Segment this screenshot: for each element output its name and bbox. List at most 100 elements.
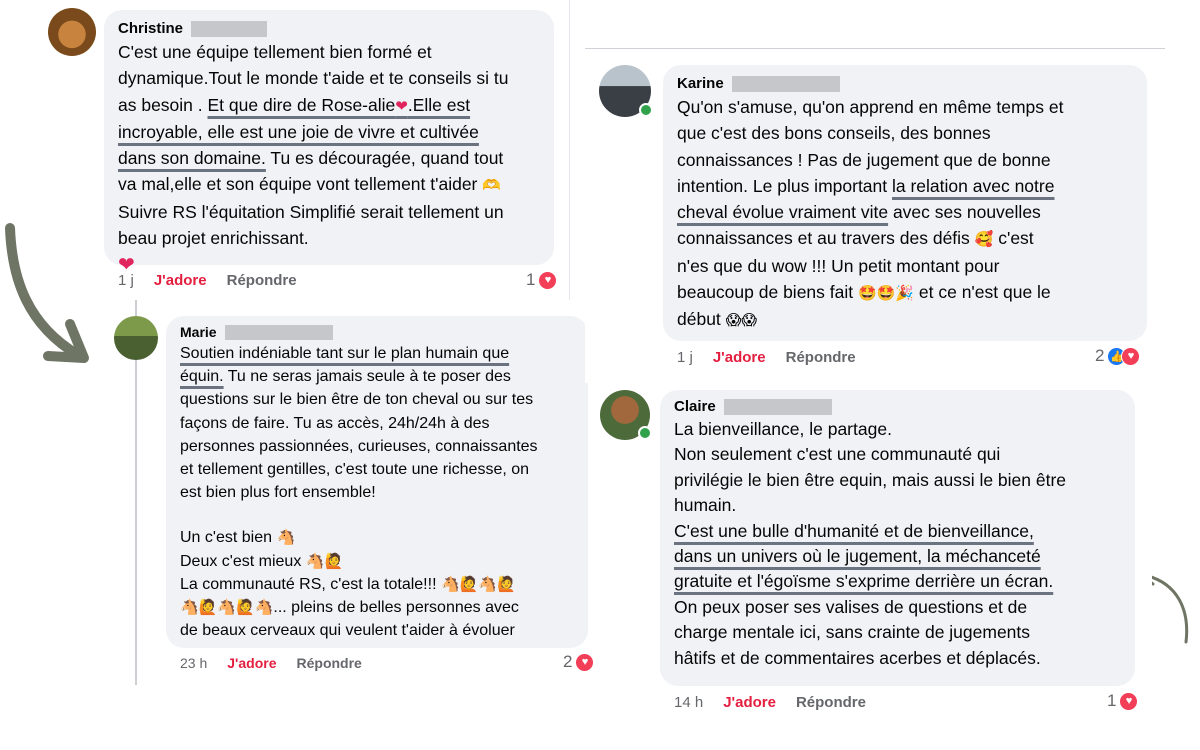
comment-line: questions sur le bien être de ton cheval…: [180, 391, 534, 409]
comment-line: as besoin . Et que dire de Rose-alie❤.El…: [118, 94, 471, 115]
comment-bubble: Christine C'est une équipe tellement bie…: [104, 10, 554, 276]
comment-line: incroyable, elle est une joie de vivre e…: [118, 121, 479, 142]
comment-bubble: Marie Soutien indéniable tant sur le pla…: [166, 316, 588, 648]
comment-line: La communauté RS, c'est la totale!!! 🐴🙋🐴…: [180, 574, 516, 593]
reaction-count[interactable]: 2 👍 ♥: [1095, 346, 1141, 366]
comment-karine: Karine Qu'on s'amuse, qu'on apprend en m…: [585, 48, 1165, 383]
comment-line: Soutien indéniable tant sur le plan huma…: [180, 345, 510, 362]
reaction-count[interactable]: 1 ♥: [1107, 691, 1139, 711]
comment-line: beau projet enrichissant.: [118, 228, 309, 249]
comment-timestamp[interactable]: 23 h: [180, 655, 207, 671]
reply-button[interactable]: Répondre: [796, 694, 866, 711]
redacted-name: [191, 20, 268, 37]
comment-christine: Christine C'est une équipe tellement bie…: [40, 0, 570, 305]
comment-line: façons de faire. Tu as accès, 24h/24h à …: [180, 414, 490, 432]
comment-text: Qu'on s'amuse, qu'on apprend en même tem…: [677, 94, 1133, 334]
comment-line: intention. Le plus important la relation…: [677, 175, 1055, 196]
avatar[interactable]: [48, 8, 96, 56]
comment-author[interactable]: Christine: [118, 20, 540, 37]
like-button[interactable]: J'adore: [713, 349, 766, 366]
reaction-number: 1: [1107, 691, 1117, 710]
avatar[interactable]: [600, 390, 652, 440]
comment-author[interactable]: Marie: [180, 324, 574, 340]
horse-emoji-icon: 🐴🙋🐴🙋🐴: [180, 598, 274, 617]
comment-actions: 1 j J'adore Répondre: [118, 272, 297, 289]
comment-bubble: Claire La bienveillance, le partage. Non…: [660, 390, 1135, 686]
like-button[interactable]: J'adore: [227, 655, 276, 671]
redacted-name: [731, 75, 840, 92]
reaction-number: 1: [526, 270, 536, 289]
heart-hands-emoji-icon: 🫶: [482, 176, 501, 195]
comment-timestamp[interactable]: 1 j: [677, 349, 693, 366]
reply-button[interactable]: Répondre: [297, 655, 362, 671]
online-status-icon: [638, 426, 652, 440]
comment-actions: 1 j J'adore Répondre: [677, 349, 856, 366]
comment-line: privilégie le bien être equin, mais auss…: [674, 469, 1067, 490]
redacted-name: [224, 324, 333, 340]
redacted-name: [723, 398, 832, 415]
reaction-count[interactable]: 2 ♥: [563, 652, 595, 672]
comment-line: est bien plus fort ensemble!: [180, 484, 376, 502]
comment-line: dans un univers où le jugement, la mécha…: [674, 546, 1041, 567]
comment-line: gratuite et l'égoïsme s'exprime derrière…: [674, 571, 1054, 592]
comment-actions: 14 h J'adore Répondre: [674, 694, 866, 711]
comment-line: beaucoup de biens fait 🤩🤩🎉 et ce n'est q…: [677, 282, 1051, 303]
like-button[interactable]: J'adore: [154, 272, 207, 289]
comment-line: et tellement gentilles, c'est toute une …: [180, 461, 530, 479]
comment-marie: Marie Soutien indéniable tant sur le pla…: [100, 300, 600, 685]
comment-line: Deux c'est mieux 🐴🙋: [180, 551, 344, 570]
comment-line: de beaux cerveaux qui veulent t'aider à …: [180, 622, 515, 640]
comment-text: C'est une équipe tellement bien formé et…: [118, 39, 540, 279]
online-status-icon: [639, 103, 653, 117]
comment-line: hâtifs et de commentaires acerbes et dép…: [674, 647, 1041, 668]
comment-author[interactable]: Karine: [677, 75, 1133, 92]
reaction-count[interactable]: 1 ♥: [526, 270, 558, 290]
avatar[interactable]: [114, 316, 158, 360]
author-name[interactable]: Marie: [180, 324, 217, 340]
like-button[interactable]: J'adore: [723, 694, 776, 711]
smiling-hearts-emoji-icon: 🥰: [974, 230, 994, 249]
comment-author[interactable]: Claire: [674, 398, 1121, 415]
horse-emoji-icon: 🐴🙋🐴🙋: [440, 574, 516, 593]
reply-button[interactable]: Répondre: [227, 272, 297, 289]
heart-icon: ♥: [1119, 691, 1139, 711]
comment-text: La bienveillance, le partage. Non seulem…: [674, 417, 1121, 671]
author-name[interactable]: Christine: [118, 20, 183, 37]
comment-timestamp[interactable]: 1 j: [118, 272, 134, 289]
comment-bubble: Karine Qu'on s'amuse, qu'on apprend en m…: [663, 65, 1147, 341]
comment-line: charge mentale ici, sans crainte de juge…: [674, 622, 1031, 643]
comment-line: On peux poser ses valises de questions e…: [674, 596, 1028, 617]
author-name[interactable]: Claire: [674, 398, 716, 415]
comment-line: connaissances ! Pas de jugement que de b…: [677, 149, 1051, 170]
star-eyes-emoji-icon: 🤩🤩🎉: [858, 284, 915, 303]
comment-line: n'es que du wow !!! Un petit montant pou…: [677, 255, 1000, 276]
comment-line: Suivre RS l'équitation Simplifié serait …: [118, 201, 504, 222]
comment-line: C'est une bulle d'humanité et de bienvei…: [674, 520, 1034, 541]
screaming-face-emoji-icon: 😱😱: [725, 311, 757, 330]
comment-line: connaissances et au travers des défis 🥰 …: [677, 228, 1034, 249]
comment-line: cheval évolue vraiment vite avec ses nou…: [677, 202, 1041, 223]
comment-timestamp[interactable]: 14 h: [674, 694, 703, 711]
horse-emoji-icon: 🐴: [276, 528, 296, 547]
comment-line: que c'est des bons conseils, des bonnes: [677, 123, 991, 144]
comment-text: Soutien indéniable tant sur le plan huma…: [180, 342, 574, 642]
heart-icon: ♥: [1121, 346, 1141, 366]
comment-line: La bienveillance, le partage.: [674, 419, 892, 439]
comment-line: humain.: [674, 495, 737, 516]
heart-icon: ♥: [538, 270, 558, 290]
comment-line: C'est une équipe tellement bien formé et: [118, 42, 432, 62]
heart-icon: ♥: [575, 652, 595, 672]
author-name[interactable]: Karine: [677, 75, 724, 92]
reply-button[interactable]: Répondre: [786, 349, 856, 366]
reaction-number: 2: [1095, 346, 1105, 365]
comment-line: début 😱😱: [677, 309, 757, 330]
comment-line: dynamique.Tout le monde t'aide et te con…: [118, 68, 509, 89]
comment-line: équin. Tu ne seras jamais seule à te pos…: [180, 368, 511, 386]
comment-claire: Claire La bienveillance, le partage. Non…: [597, 378, 1152, 726]
comment-line: Qu'on s'amuse, qu'on apprend en même tem…: [677, 97, 1064, 117]
heart-emoji-icon: ❤: [395, 96, 408, 115]
comment-actions: 23 h J'adore Répondre: [180, 655, 362, 671]
avatar[interactable]: [599, 65, 653, 117]
comment-line: va mal,elle et son équipe vont tellement…: [118, 174, 501, 195]
comment-line: personnes passionnées, curieuses, connai…: [180, 437, 538, 455]
